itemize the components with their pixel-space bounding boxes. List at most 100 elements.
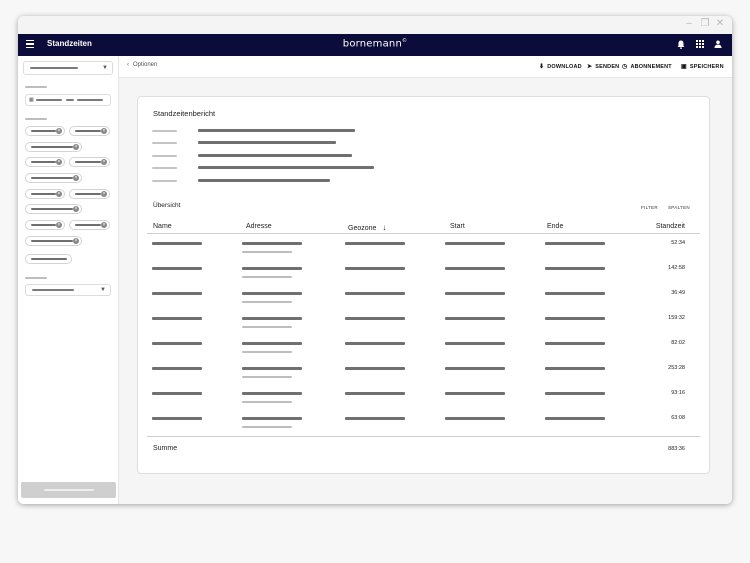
filter-chip[interactable]: × — [25, 204, 82, 214]
filter-chip[interactable]: × — [69, 189, 110, 199]
grid-icon[interactable] — [695, 40, 705, 50]
minimize-icon[interactable]: – — [684, 19, 694, 29]
meta-value — [198, 166, 374, 169]
standzeit-value: 142:58 — [668, 265, 685, 271]
meta-label — [152, 155, 177, 157]
col-header-ende[interactable]: Ende — [547, 223, 563, 230]
back-link[interactable]: ‹ Optionen — [127, 62, 157, 68]
table-cell — [545, 267, 605, 270]
table-cell — [345, 267, 405, 270]
table-cell — [545, 242, 605, 245]
table-cell — [242, 242, 302, 245]
table-cell — [345, 317, 405, 320]
col-header-adresse[interactable]: Adresse — [246, 223, 272, 230]
filter-button[interactable]: FILTER — [641, 205, 658, 210]
table-cell — [545, 342, 605, 345]
standzeit-value: 36:49 — [671, 290, 685, 296]
chevron-left-icon: ‹ — [127, 62, 129, 68]
filter-chip[interactable]: × — [69, 220, 110, 230]
remove-icon[interactable]: × — [73, 206, 79, 212]
table-cell — [242, 376, 292, 378]
bell-icon[interactable] — [676, 40, 686, 50]
save-button[interactable]: ▣ SPEICHERN — [681, 63, 724, 70]
table-cell — [445, 267, 505, 270]
table-cell — [242, 367, 302, 370]
remove-icon[interactable]: × — [101, 222, 107, 228]
brand-logo: bornemann© — [342, 38, 408, 50]
table-cell — [242, 426, 292, 428]
apply-button[interactable] — [21, 482, 116, 498]
table-cell — [545, 367, 605, 370]
vehicle-label — [25, 118, 47, 120]
remove-icon[interactable]: × — [101, 159, 107, 165]
meta-value — [198, 179, 330, 182]
standzeit-value: 82:02 — [671, 340, 685, 346]
filter-chip[interactable]: × — [25, 173, 82, 183]
col-header-start[interactable]: Start — [450, 223, 465, 230]
standzeit-value: 63:08 — [671, 415, 685, 421]
send-button[interactable]: ➤ SENDEN — [587, 63, 619, 70]
table-cell — [242, 326, 292, 328]
table-cell — [152, 342, 202, 345]
table-cell — [152, 317, 202, 320]
filter-chip[interactable]: × — [25, 157, 65, 167]
close-icon[interactable]: ✕ — [715, 19, 725, 29]
remove-icon[interactable]: × — [101, 128, 107, 134]
remove-icon[interactable]: × — [56, 191, 62, 197]
restore-icon[interactable]: ❐ — [700, 19, 710, 29]
filter-chip[interactable]: × — [25, 126, 65, 136]
meta-label — [152, 180, 177, 182]
overview-heading: Übersicht — [153, 202, 181, 209]
table-cell — [242, 301, 292, 303]
table-cell — [445, 417, 505, 420]
user-icon[interactable] — [713, 40, 723, 50]
table-cell — [345, 342, 405, 345]
download-button[interactable]: ⬇ DOWNLOAD — [539, 63, 582, 70]
date-label — [25, 86, 47, 88]
window-titlebar: – ❐ ✕ — [18, 16, 732, 34]
meta-value — [198, 129, 355, 132]
table-cell — [242, 392, 302, 395]
remove-icon[interactable]: × — [56, 159, 62, 165]
meta-label — [152, 167, 177, 169]
remove-icon[interactable]: × — [56, 222, 62, 228]
table-cell — [545, 392, 605, 395]
remove-icon[interactable]: × — [73, 238, 79, 244]
col-header-standzeit[interactable]: Standzeit — [656, 223, 685, 230]
remove-icon[interactable]: × — [73, 144, 79, 150]
table-cell — [445, 242, 505, 245]
columns-button[interactable]: SPALTEN — [668, 205, 690, 210]
clock-icon: ◷ — [622, 64, 628, 70]
col-header-geozone[interactable]: Geozone ↓ — [348, 223, 386, 232]
report-select[interactable]: ▼ — [23, 61, 113, 75]
table-cell — [242, 292, 302, 295]
table-cell — [345, 392, 405, 395]
download-icon: ⬇ — [539, 64, 545, 70]
header-divider — [147, 233, 700, 234]
more-chip[interactable] — [25, 254, 72, 264]
table-cell — [242, 251, 292, 253]
table-cell — [445, 342, 505, 345]
remove-icon[interactable]: × — [56, 128, 62, 134]
sum-value: 883:36 — [668, 446, 685, 452]
filter-chip[interactable]: × — [25, 236, 82, 246]
remove-icon[interactable]: × — [73, 175, 79, 181]
meta-value — [198, 141, 336, 144]
date-range-field[interactable]: ▦ — [25, 94, 111, 106]
filter-chip[interactable]: × — [25, 189, 65, 199]
filter-chip[interactable]: × — [25, 142, 82, 152]
filter-chip[interactable]: × — [69, 126, 110, 136]
filter-chip[interactable]: × — [25, 220, 65, 230]
main-content: ‹ Optionen ⬇ DOWNLOAD ➤ SENDEN ◷ ABONNEMENT … — [119, 56, 732, 504]
filter-chip[interactable]: × — [69, 157, 110, 167]
subscription-button[interactable]: ◷ ABONNEMENT — [622, 63, 672, 70]
table-cell — [445, 292, 505, 295]
calendar-icon: ▦ — [29, 97, 34, 103]
table-cell — [545, 417, 605, 420]
group-select[interactable]: ▼ — [25, 284, 111, 296]
table-cell — [445, 392, 505, 395]
remove-icon[interactable]: × — [101, 191, 107, 197]
col-header-name[interactable]: Name — [153, 223, 172, 230]
table-cell — [242, 317, 302, 320]
table-cell — [545, 317, 605, 320]
